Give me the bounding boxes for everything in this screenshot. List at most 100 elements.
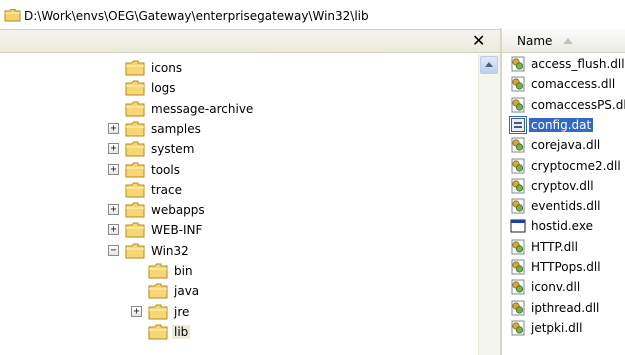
file-row[interactable]: HTTPops.dll [510,257,625,277]
folder-icon [125,121,145,140]
file-row[interactable]: corejava.dll [510,135,625,155]
collapse-icon[interactable]: − [108,244,119,256]
tree-item-java[interactable]: java [131,281,331,301]
dll-icon [510,158,526,174]
chevron-up-icon [485,62,493,67]
folder-icon [148,263,168,282]
tree-item-label: message-archive [151,101,254,116]
dll-icon [510,279,526,295]
file-name: comaccessPS.dll [531,97,625,112]
tree-item-label: logs [151,81,176,96]
scroll-up-button[interactable] [480,56,498,74]
dll-icon [510,198,526,214]
tree-item-label: icons [151,61,183,75]
tree-item-label: bin [174,264,193,278]
dll-icon [510,300,526,316]
file-name: ipthread.dll [531,300,600,315]
folder-icon [125,141,145,160]
tree-item-label: tools [151,162,180,177]
file-name: HTTP.dll [531,239,578,254]
folder-icon [125,202,145,221]
file-row[interactable]: hostid.exe [510,216,625,236]
folder-icon [125,101,145,120]
file-name: cryptocme2.dll [531,158,621,173]
tree-item-web-inf[interactable]: + WEB-INF [108,220,308,240]
expand-icon[interactable]: + [108,204,119,216]
tree-item-bin[interactable]: bin [131,261,331,281]
file-row[interactable]: iconv.dll [510,277,625,297]
dll-icon [510,259,526,275]
file-row[interactable]: comaccessPS.dll [510,95,625,115]
expand-icon[interactable]: + [108,122,119,134]
folder-icon [125,162,145,181]
dll-icon [510,76,526,92]
tree-item-samples[interactable]: + samples [108,119,308,139]
tree-item-label: webapps [151,203,205,218]
column-header-label: Name [517,34,553,48]
file-row[interactable]: cryptocme2.dll [510,156,625,176]
file-name: config.dat [529,117,594,132]
file-row[interactable]: access_flush.dll [510,54,625,74]
expand-icon[interactable]: + [108,143,119,155]
folder-icon [148,283,168,302]
address-bar[interactable]: D:\Work\envs\OEG\Gateway\enterprisegatew… [0,0,625,28]
file-row[interactable]: eventids.dll [510,196,625,216]
expand-icon[interactable]: + [108,224,119,236]
file-name: comaccess.dll [531,77,616,92]
folder-tree[interactable]: icons logs message-archive + samples + system +… [0,54,500,355]
tree-item-label: Win32 [151,243,189,258]
folder-icon [125,222,145,241]
tree-scrollbar[interactable] [478,54,500,355]
tree-item-system[interactable]: + system [108,139,308,159]
folder-icon [4,8,21,25]
file-row[interactable]: ipthread.dll [510,298,625,318]
file-name: cryptov.dll [531,178,594,193]
expand-icon[interactable]: + [108,163,119,175]
file-row[interactable]: config.dat [509,115,625,135]
dll-icon [510,56,526,72]
file-row[interactable]: comaccess.dll [510,74,625,94]
dll-icon [510,97,526,113]
folder-icon [125,243,145,262]
dll-icon [510,137,526,153]
tree-item-label: system [151,142,195,157]
tree-item-icons[interactable]: icons [108,58,308,78]
exe-icon [510,218,526,234]
file-name: eventids.dll [531,199,601,214]
tree-item-lib[interactable]: lib [131,322,331,342]
file-row[interactable]: jetpki.dll [510,318,625,338]
tree-item-label: WEB-INF [151,223,203,238]
folders-pane-header: ✕ [0,29,500,53]
tree-item-label: lib [172,324,191,339]
file-row[interactable]: cryptov.dll [510,176,625,196]
tree-item-label: samples [151,121,201,136]
file-list[interactable]: access_flush.dll comaccess.dll comaccessPS… [502,54,625,355]
file-name: access_flush.dll [531,57,625,71]
tree-item-tools[interactable]: + tools [108,160,308,180]
dat-file-icon [509,115,527,134]
dll-icon [510,239,526,255]
name-column-header[interactable]: Name [502,29,625,53]
file-name: corejava.dll [531,138,601,153]
tree-item-jre[interactable]: + jre [131,302,331,322]
file-row[interactable]: HTTP.dll [510,237,625,257]
folder-icon [125,60,145,79]
folder-icon [125,182,145,201]
file-name: iconv.dll [531,280,581,295]
address-path: D:\Work\envs\OEG\Gateway\enterprisegatew… [24,9,369,23]
tree-item-webapps[interactable]: + webapps [108,200,308,220]
folder-icon [148,324,168,343]
tree-item-label: trace [151,182,182,197]
expand-icon[interactable]: + [131,305,142,317]
tree-item-label: jre [174,304,190,319]
tree-item-label: java [174,284,200,299]
tree-item-trace[interactable]: trace [108,180,308,200]
dll-icon [510,320,526,336]
close-icon[interactable]: ✕ [472,32,485,50]
folder-icon [125,80,145,99]
file-name: HTTPops.dll [531,260,601,274]
tree-item-win32[interactable]: − Win32 [108,241,308,261]
dll-icon [510,178,526,194]
tree-item-message-archive[interactable]: message-archive [108,99,308,119]
tree-item-logs[interactable]: logs [108,78,308,98]
